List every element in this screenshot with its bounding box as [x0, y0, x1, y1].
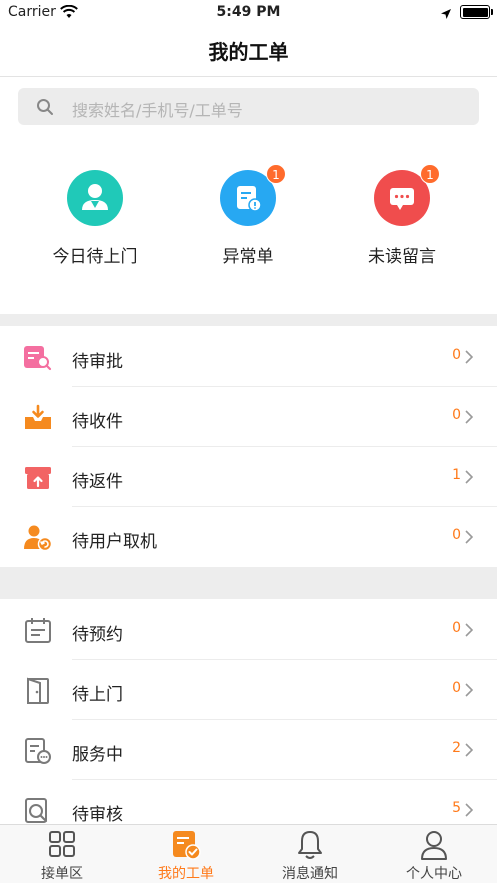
notification-badge: 1: [266, 164, 286, 184]
document-search-icon: [22, 343, 54, 373]
tab-profile[interactable]: 个人中心: [372, 825, 496, 883]
list-item-label: 待审批: [72, 352, 123, 372]
list-item-label: 待预约: [72, 625, 123, 645]
door-icon: [22, 676, 54, 706]
quick-action-unread-messages[interactable]: 1 未读留言: [332, 164, 472, 267]
list-item-count: 0: [452, 620, 461, 636]
list-item-count: 0: [452, 407, 461, 423]
list-item-pending-receive[interactable]: 待收件 0: [0, 387, 497, 447]
quick-action-label: 今日待上门: [52, 247, 138, 267]
quick-action-label: 未读留言: [368, 247, 436, 267]
tab-label: 个人中心: [406, 866, 462, 882]
tab-bar: 接单区 我的工单 消息通知 个人中心: [0, 824, 497, 883]
chevron-right-icon: [465, 409, 474, 428]
tab-label: 消息通知: [282, 866, 338, 882]
list-item-pending-return[interactable]: 待返件 1: [0, 447, 497, 507]
list-item-pending-approval[interactable]: 待审批 0: [0, 327, 497, 387]
list-item-label: 待返件: [72, 472, 123, 492]
list-item-count: 2: [452, 740, 461, 756]
list-item-label: 待上门: [72, 685, 123, 705]
chevron-right-icon: [465, 349, 474, 368]
list-item-count: 0: [452, 347, 461, 363]
chevron-right-icon: [465, 529, 474, 548]
section-separator: [0, 314, 497, 326]
quick-action-label: 异常单: [222, 247, 274, 267]
list-item-pending-appointment[interactable]: 待预约 0: [0, 600, 497, 660]
list-item-label: 待用户取机: [72, 532, 157, 552]
list-item-label: 待审核: [72, 805, 123, 825]
calendar-icon: [22, 616, 54, 646]
tab-my-orders[interactable]: 我的工单: [124, 825, 248, 883]
list-item-in-service[interactable]: 服务中 2: [0, 720, 497, 780]
user-icon: [419, 829, 449, 865]
box-upload-icon: [22, 463, 54, 493]
quick-action-abnormal[interactable]: 1 异常单: [178, 164, 318, 267]
search-placeholder: 搜索姓名/手机号/工单号: [72, 101, 243, 120]
user-return-icon: [22, 523, 54, 553]
notification-badge: 1: [420, 164, 440, 184]
document-progress-icon: [22, 736, 54, 766]
list-item-pending-pickup[interactable]: 待用户取机 0: [0, 507, 497, 567]
battery-icon: [460, 5, 493, 19]
chevron-right-icon: [465, 802, 474, 821]
tab-notifications[interactable]: 消息通知: [248, 825, 372, 883]
clock: 5:49 PM: [216, 4, 281, 20]
quick-action-today-visit[interactable]: 今日待上门: [25, 170, 165, 267]
tab-order-pool[interactable]: 接单区: [0, 825, 124, 883]
magnifier-icon: [22, 796, 54, 826]
search-input[interactable]: 搜索姓名/手机号/工单号: [18, 88, 479, 125]
bell-icon: [295, 829, 325, 865]
section-separator: [0, 567, 497, 599]
status-bar: Carrier 5:49 PM: [0, 0, 497, 26]
chevron-right-icon: [465, 469, 474, 488]
tab-label: 接单区: [41, 866, 83, 882]
chevron-right-icon: [465, 742, 474, 761]
document-alert-icon: 1: [220, 164, 286, 226]
list-item-count: 0: [452, 527, 461, 543]
nav-divider: [0, 76, 497, 77]
list-item-count: 0: [452, 680, 461, 696]
location-icon: [440, 5, 452, 24]
grid-icon: [47, 829, 77, 863]
page-title: 我的工单: [208, 40, 289, 64]
list-item-label: 服务中: [72, 745, 123, 765]
tab-label: 我的工单: [158, 866, 214, 882]
chevron-right-icon: [465, 682, 474, 701]
chevron-right-icon: [465, 622, 474, 641]
chat-bubble-icon: 1: [374, 164, 440, 226]
list-item-label: 待收件: [72, 412, 123, 432]
orders-check-icon: [171, 829, 201, 865]
list-item-count: 1: [452, 467, 461, 483]
search-icon: [36, 98, 54, 120]
list-item-pending-visit[interactable]: 待上门 0: [0, 660, 497, 720]
list-item-count: 5: [452, 800, 461, 816]
person-badge-icon: [67, 170, 123, 226]
inbox-download-icon: [22, 403, 54, 433]
